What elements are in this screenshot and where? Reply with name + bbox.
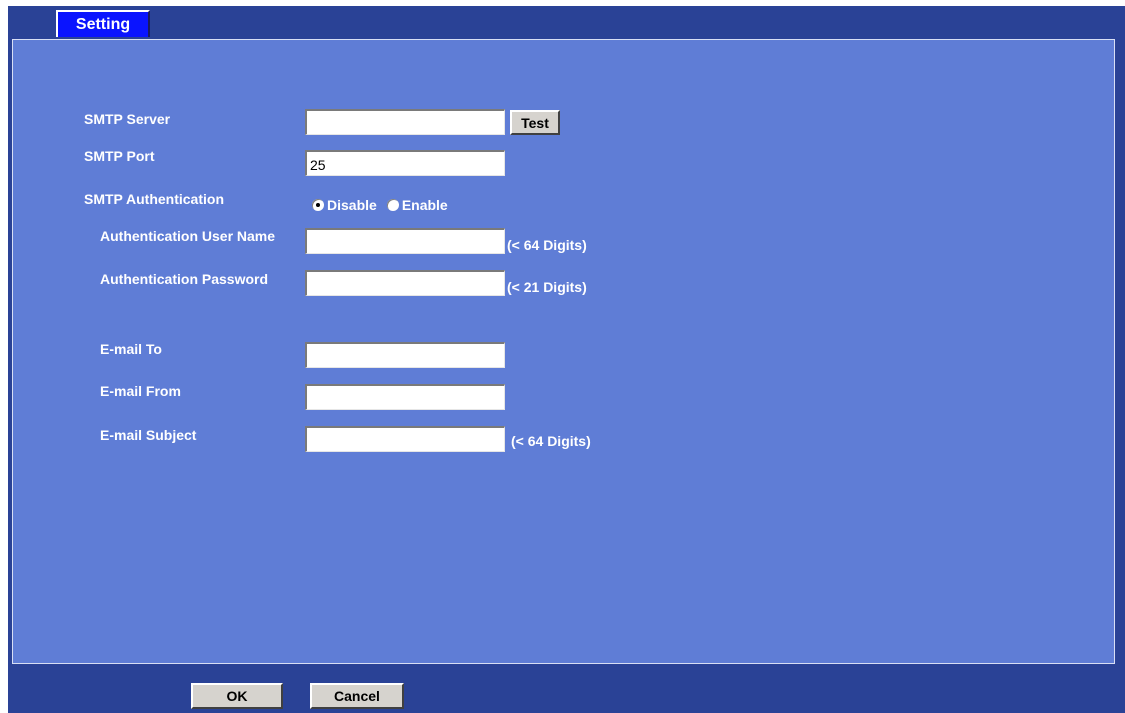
auth-pass-input[interactable]: [305, 270, 505, 296]
ok-button[interactable]: OK: [191, 683, 283, 709]
email-to-label: E-mail To: [100, 341, 162, 357]
auth-pass-hint: (< 21 Digits): [507, 279, 587, 295]
cancel-button[interactable]: Cancel: [310, 683, 404, 709]
tab-setting[interactable]: Setting: [56, 10, 150, 37]
email-subject-hint: (< 64 Digits): [511, 433, 591, 449]
smtp-port-label: SMTP Port: [84, 148, 155, 164]
email-from-label: E-mail From: [100, 383, 181, 399]
email-to-input[interactable]: [305, 342, 505, 368]
auth-enable-label[interactable]: Enable: [402, 197, 448, 213]
smtp-auth-radio-group: Disable Enable: [312, 197, 458, 213]
smtp-auth-label: SMTP Authentication: [84, 191, 224, 207]
email-subject-input[interactable]: [305, 426, 505, 452]
smtp-port-input[interactable]: 25: [305, 150, 505, 176]
settings-panel: [12, 39, 1115, 664]
auth-user-input[interactable]: [305, 228, 505, 254]
smtp-server-label: SMTP Server: [84, 111, 171, 127]
auth-disable-label[interactable]: Disable: [327, 197, 377, 213]
auth-enable-radio[interactable]: [386, 199, 399, 211]
smtp-server-input[interactable]: [305, 109, 505, 135]
test-button[interactable]: Test: [510, 110, 560, 135]
email-subject-label: E-mail Subject: [100, 427, 197, 443]
auth-pass-label: Authentication Password: [100, 271, 269, 287]
auth-user-hint: (< 64 Digits): [507, 237, 587, 253]
auth-disable-radio[interactable]: [312, 199, 324, 211]
email-from-input[interactable]: [305, 384, 505, 410]
auth-user-label: Authentication User Name: [100, 228, 276, 244]
